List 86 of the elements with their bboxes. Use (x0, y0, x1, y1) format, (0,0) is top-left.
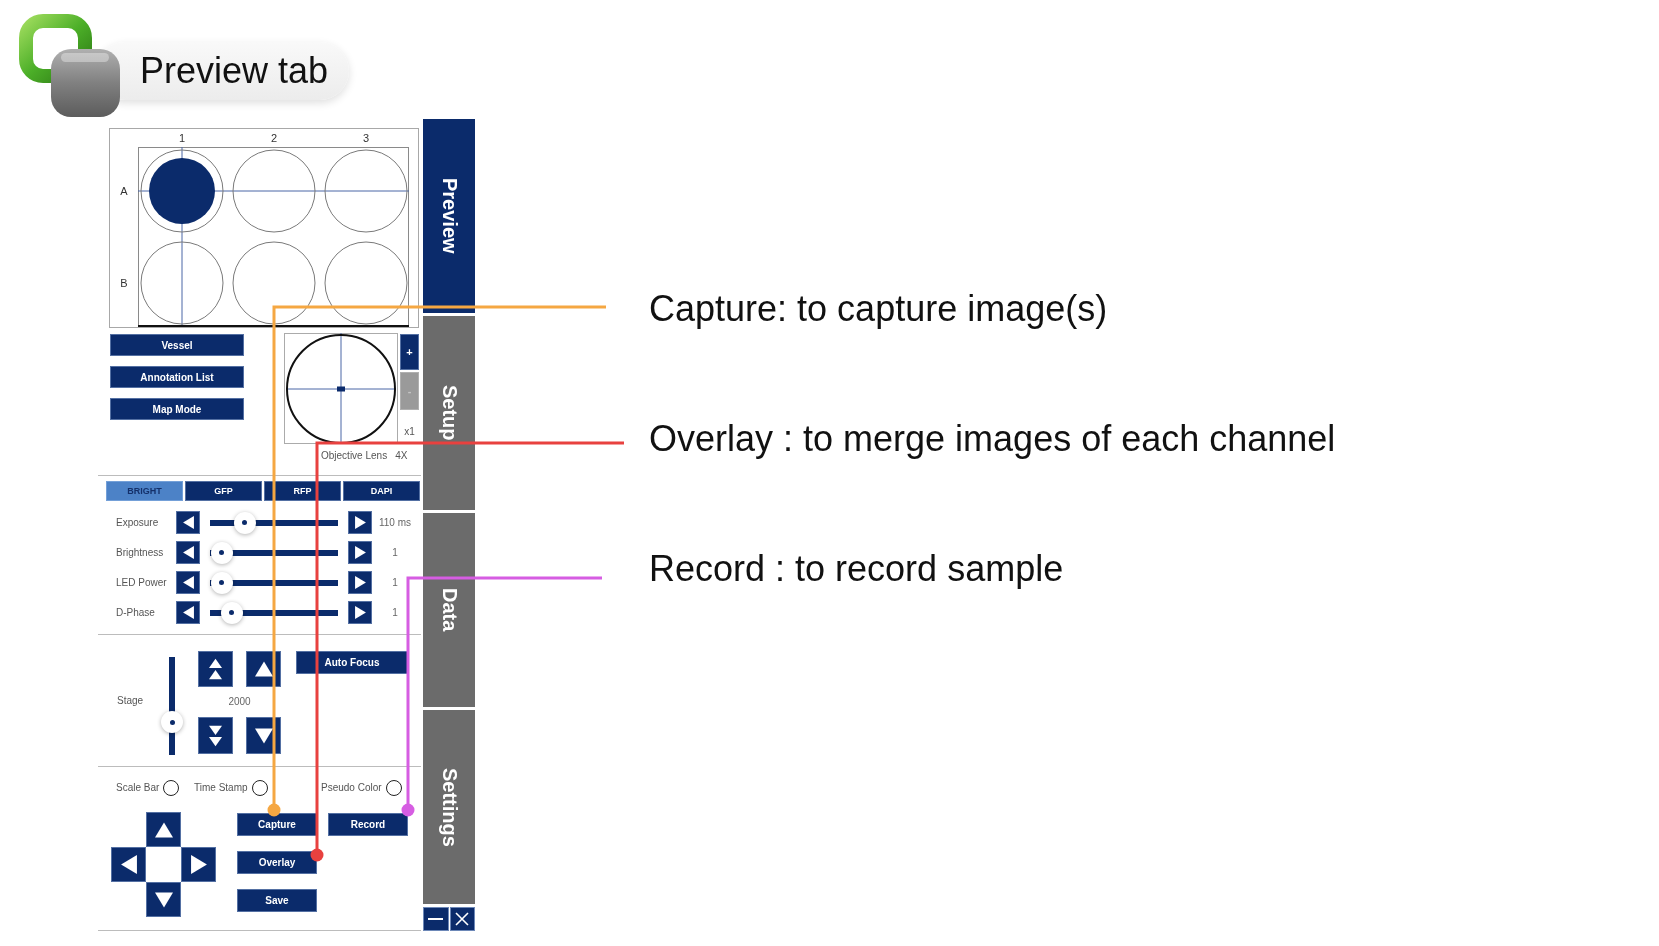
increase-button[interactable] (348, 571, 372, 595)
right-triangle-icon (190, 855, 207, 875)
slider-reading: 1 (392, 606, 398, 619)
column-label: 3 (362, 131, 370, 145)
close-icon (455, 912, 470, 926)
double-down-triangle-icon (209, 724, 222, 747)
well[interactable] (140, 149, 224, 233)
fast-up-button[interactable] (198, 651, 233, 688)
row-label: B (120, 276, 128, 290)
left-triangle-icon (182, 516, 194, 530)
up-triangle-icon (154, 821, 173, 838)
auto-focus-button[interactable]: Auto Focus (296, 651, 408, 675)
slider-reading: 1 (392, 576, 398, 589)
stage-slider-thumb[interactable] (161, 711, 183, 734)
double-up-triangle-icon (209, 658, 222, 681)
increase-button[interactable] (348, 541, 372, 565)
action-button[interactable]: Save (237, 889, 317, 913)
option-label: Pseudo Color (321, 782, 382, 795)
slider-label: Exposure (116, 516, 159, 529)
radio-button[interactable] (385, 780, 402, 797)
slider-thumb[interactable] (210, 571, 233, 594)
up-triangle-icon (254, 661, 273, 678)
column-label: 2 (270, 131, 278, 145)
decrease-button[interactable] (176, 511, 200, 535)
up-button[interactable] (246, 651, 281, 688)
decrease-button[interactable] (176, 541, 200, 565)
left-triangle-icon (182, 546, 194, 560)
pan-up-button[interactable] (146, 812, 181, 848)
stage-value: 2000 (228, 696, 251, 709)
down-triangle-icon (154, 891, 173, 908)
radio-button[interactable] (251, 780, 268, 797)
stage-label: Stage (117, 694, 144, 707)
option-label: Time Stamp (194, 782, 248, 795)
callout-text: Capture: to capture image(s) (649, 289, 1109, 329)
side-tab[interactable]: Data (423, 513, 475, 707)
zoom-in-button[interactable]: + (400, 334, 419, 370)
channel-tab[interactable]: DAPI (343, 480, 420, 501)
option-label: Scale Bar (116, 782, 160, 795)
side-tab[interactable]: Setup (423, 316, 475, 510)
left-triangle-icon (182, 576, 194, 590)
slider-thumb[interactable] (233, 511, 256, 534)
slider-label: Brightness (116, 546, 164, 559)
channel-tab[interactable]: GFP (185, 480, 262, 501)
radio-button[interactable] (163, 780, 180, 797)
increase-button[interactable] (348, 601, 372, 625)
left-triangle-icon (182, 606, 194, 620)
column-label: 1 (178, 131, 186, 145)
increase-button[interactable] (348, 511, 372, 535)
slider-label: D-Phase (116, 606, 155, 619)
slider-thumb[interactable] (210, 541, 233, 564)
pan-right-button[interactable] (181, 847, 216, 883)
magnification-label: x1 (404, 426, 415, 438)
left-triangle-icon (120, 855, 137, 875)
panel-button[interactable]: Map Mode (110, 398, 244, 420)
side-tab[interactable]: Preview (423, 119, 475, 313)
minimize-icon (428, 918, 444, 920)
panel-button[interactable]: Vessel (110, 334, 244, 356)
slider-label: LED Power (116, 576, 167, 589)
slider-thumb[interactable] (220, 601, 243, 624)
lens-value: 4X (395, 450, 408, 462)
down-triangle-icon (254, 727, 273, 744)
pan-down-button[interactable] (146, 882, 181, 918)
fast-down-button[interactable] (198, 717, 233, 755)
panel-button[interactable]: Annotation List (110, 366, 244, 388)
decrease-button[interactable] (176, 571, 200, 595)
right-triangle-icon (354, 576, 366, 590)
callout-text: Overlay : to merge images of each channel (649, 419, 1336, 459)
action-button[interactable]: Overlay (237, 851, 317, 875)
action-button[interactable]: Capture (237, 813, 317, 837)
callout-text: Record : to record sample (649, 549, 1065, 589)
channel-tab[interactable]: RFP (264, 480, 341, 501)
action-button[interactable]: Record (328, 813, 408, 837)
logo-icon (19, 14, 121, 118)
slider-reading: 110 ms (378, 516, 412, 529)
down-button[interactable] (246, 717, 281, 755)
minimize-button[interactable] (423, 907, 449, 931)
right-triangle-icon (354, 546, 366, 560)
slider-reading: 1 (392, 546, 398, 559)
side-tab[interactable]: Settings (423, 710, 475, 904)
right-triangle-icon (354, 606, 366, 620)
row-label: A (120, 184, 128, 198)
right-triangle-icon (354, 516, 366, 530)
close-button[interactable] (449, 907, 475, 931)
pan-left-button[interactable] (111, 847, 146, 883)
decrease-button[interactable] (176, 601, 200, 625)
objective-label: Objective Lens (321, 450, 388, 462)
